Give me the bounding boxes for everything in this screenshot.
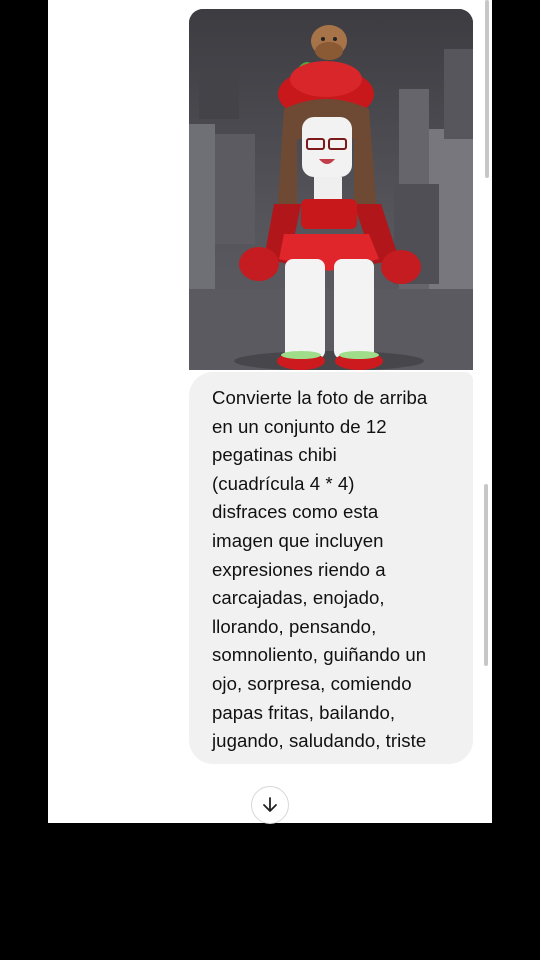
- user-message-bubble: Convierte la foto de arriba en un conjun…: [189, 372, 473, 764]
- user-uploaded-image[interactable]: [189, 9, 473, 370]
- user-message-text: Convierte la foto de arriba en un conjun…: [212, 387, 428, 752]
- scroll-down-button[interactable]: [251, 786, 289, 824]
- scrollbar-lower[interactable]: [484, 484, 488, 666]
- scrollbar-upper[interactable]: [485, 0, 489, 178]
- arrow-down-icon: [263, 797, 277, 812]
- avatar-image: [189, 9, 473, 370]
